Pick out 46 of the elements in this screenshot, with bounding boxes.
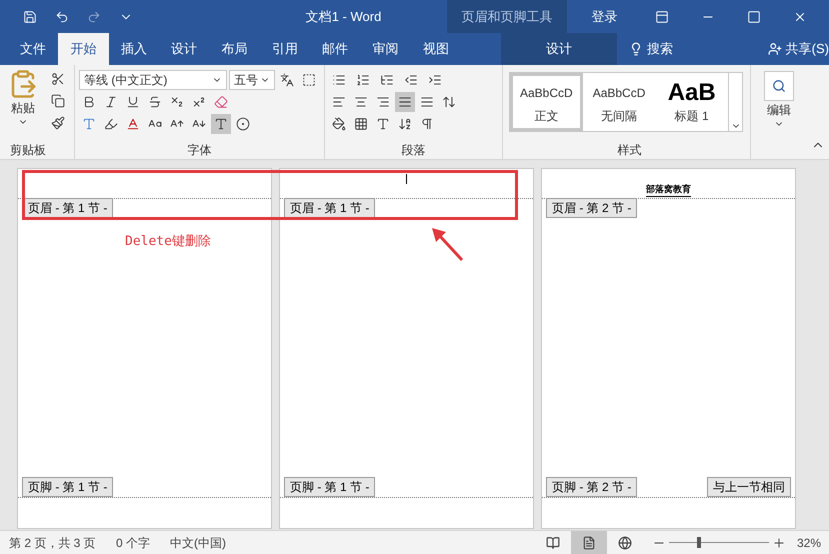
style-gallery-item[interactable]: AaB 标题 1	[655, 73, 728, 131]
ribbon-tab[interactable]: 文件	[8, 33, 58, 65]
ribbon-tab[interactable]: 邮件	[310, 33, 360, 65]
word-count[interactable]: 0 个字	[116, 534, 170, 552]
style-name: 正文	[534, 108, 558, 125]
style-gallery-item[interactable]: AaBbCcD 正文	[510, 73, 583, 131]
header-text: 部落窝教育	[646, 182, 691, 197]
group-label: 字体	[186, 142, 212, 159]
user-icon	[768, 42, 782, 56]
ribbon-tab[interactable]: 引用	[260, 33, 310, 65]
style-name: 无间隔	[601, 108, 638, 125]
share-button[interactable]: 共享(S)	[768, 33, 829, 65]
justify-icon[interactable]	[395, 92, 415, 112]
ribbon-tab[interactable]: 插入	[108, 33, 159, 65]
style-preview: AaBbCcD	[592, 85, 646, 102]
style-gallery-item[interactable]: AaBbCcD 无间隔	[582, 73, 656, 131]
sign-in-link[interactable]: 登录	[567, 6, 642, 26]
paste-button[interactable]: 粘贴	[8, 69, 38, 141]
font-name-dropdown[interactable]: 等线 (中文正文)	[79, 70, 227, 90]
ribbon-tab[interactable]: 审阅	[360, 33, 411, 65]
ribbon-tab[interactable]: 设计	[500, 33, 618, 65]
text-cursor	[406, 174, 407, 184]
annotation-text: Delete键删除	[125, 233, 211, 251]
group-label: 样式	[616, 142, 642, 159]
style-preview: AaB	[668, 79, 716, 107]
zoom-slider[interactable]	[669, 536, 769, 548]
window-title: 文档1 - Word	[304, 8, 382, 26]
ribbon-tab[interactable]: 视图	[410, 33, 461, 65]
print-view-icon[interactable]	[571, 531, 607, 554]
contextual-tool-title: 页眉和页脚工具	[447, 0, 567, 33]
page-count[interactable]: 第 2 页，共 3 页	[9, 534, 116, 552]
style-preview: AaBbCcD	[520, 85, 573, 102]
search-icon	[772, 79, 786, 93]
zoom-thumb[interactable]	[697, 537, 701, 548]
search-box[interactable]: 搜索	[629, 33, 765, 65]
ribbon-tab[interactable]: 布局	[209, 33, 260, 65]
group-label: 段落	[400, 142, 426, 159]
style-name: 标题 1	[674, 108, 709, 125]
font-size-dropdown[interactable]: 五号	[229, 70, 275, 90]
zoom-level[interactable]: 32%	[789, 534, 829, 552]
ribbon-tab[interactable]: 开始	[58, 33, 109, 65]
ribbon-tab[interactable]: 设计	[158, 33, 210, 65]
arrow-icon	[430, 226, 464, 262]
character-shading-icon[interactable]	[211, 114, 231, 134]
language-status[interactable]: 中文(中国)	[170, 534, 226, 552]
group-label: 剪贴板	[9, 142, 47, 159]
